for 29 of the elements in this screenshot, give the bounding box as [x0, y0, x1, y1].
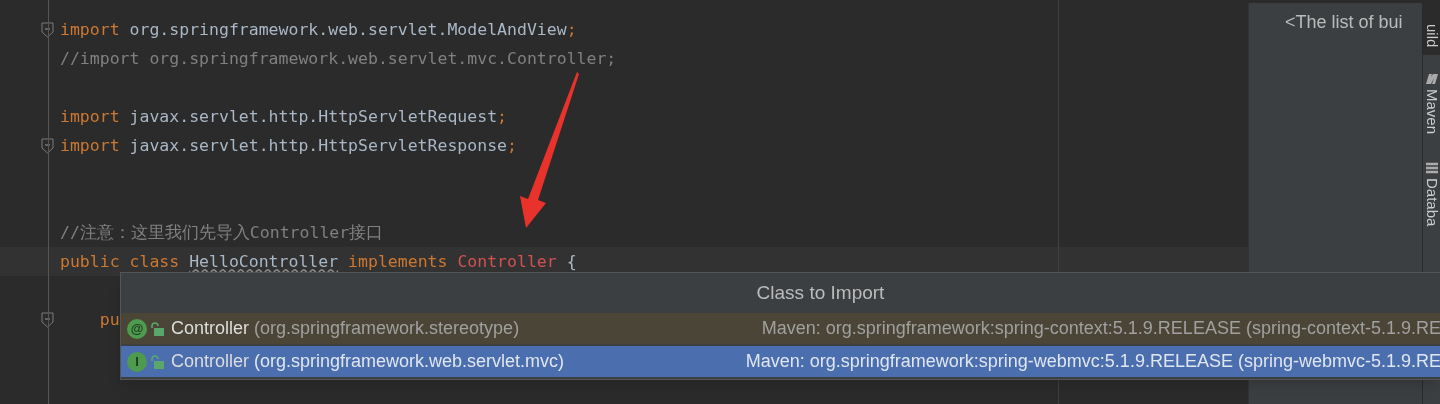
class-name: Controller — [171, 350, 250, 373]
fold-icon[interactable] — [41, 137, 54, 154]
import-option[interactable]: I Controller (org.springframework.web.servlet.mvc) Maven: org.springframework:spring-webmvc:5.1.9.RELEASE (spring-webmvc-5.1.9.RE — [121, 346, 1440, 377]
code-line: pu — [98, 309, 120, 331]
code-line: import org.springframework.web.servlet.ModelAndView; — [60, 19, 577, 41]
tool-window-tab[interactable]: uild — [1423, 0, 1440, 55]
maven-icon — [1424, 73, 1439, 85]
type-badge: I — [127, 351, 147, 372]
class-name: Controller — [171, 317, 250, 340]
code-line: public class HelloController implements Controller { — [60, 251, 577, 273]
database-icon — [1424, 162, 1439, 175]
type-badge: @ — [127, 318, 147, 339]
code-line: //import org.springframework.web.servlet.mvc.Controller; — [60, 48, 617, 70]
code-line: import javax.servlet.http.HttpServletResponse; — [60, 135, 517, 157]
panel-message: <The list of bui — [1285, 11, 1404, 34]
tool-window-tab[interactable]: Maven — [1423, 55, 1440, 145]
import-option[interactable]: @ Controller (org.springframework.stereotype) Maven: org.springframework:spring-context:5.1.9.RELEASE (spring-context-5.1.9.RE — [121, 313, 1440, 344]
code-line: import javax.servlet.http.HttpServletRequest; — [60, 106, 508, 128]
library-source: Maven: org.springframework:spring-webmvc:5.1.9.RELEASE (spring-webmvc-5.1.9.RE — [745, 350, 1440, 373]
fold-icon[interactable] — [41, 21, 54, 38]
package-name: (org.springframework.stereotype) — [254, 317, 520, 340]
lock-icon — [150, 354, 164, 369]
library-source: Maven: org.springframework:spring-context:5.1.9.RELEASE (spring-context-5.1.9.RE — [761, 317, 1440, 340]
fold-icon[interactable] — [41, 311, 54, 328]
lock-icon — [150, 321, 164, 336]
popup-title: Class to Import — [756, 280, 885, 305]
code-line: //注意：这里我们先导入Controller接口 — [60, 222, 384, 244]
package-name: (org.springframework.web.servlet.mvc) — [254, 350, 565, 373]
tool-window-tab[interactable]: Databa — [1423, 144, 1440, 237]
